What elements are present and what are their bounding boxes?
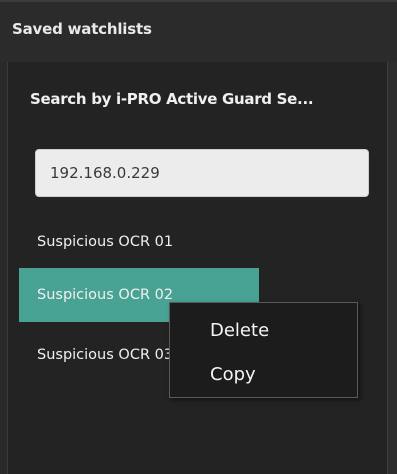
saved-watchlists-window: Saved watchlists Search by i-PRO Active …	[0, 0, 397, 474]
search-input[interactable]	[35, 149, 369, 197]
section-title: Search by i-PRO Active Guard Se...	[30, 90, 314, 108]
list-item-label: Suspicious OCR 01	[37, 234, 174, 250]
list-item-label: Suspicious OCR 03	[37, 347, 174, 363]
context-menu: Delete Copy	[169, 302, 358, 398]
list-item-label: Suspicious OCR 02	[37, 287, 174, 303]
panel-scrollbar[interactable]	[387, 62, 397, 474]
list-item[interactable]: Suspicious OCR 01	[19, 215, 259, 269]
context-menu-copy[interactable]: Copy	[170, 355, 357, 395]
header-title: Saved watchlists	[12, 20, 152, 38]
header: Saved watchlists	[0, 0, 397, 62]
context-menu-delete[interactable]: Delete	[170, 311, 357, 351]
